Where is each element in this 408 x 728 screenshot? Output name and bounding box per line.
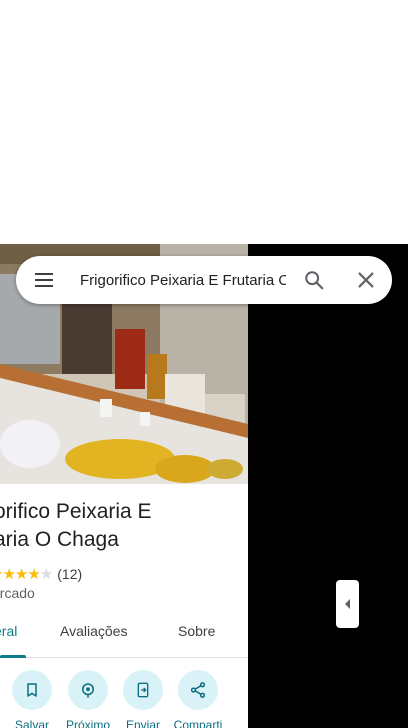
save-button-circle bbox=[12, 670, 52, 710]
search-bar bbox=[16, 256, 392, 304]
rating-count: (12) bbox=[57, 566, 83, 582]
nearby-button-circle bbox=[68, 670, 108, 710]
nearby-icon bbox=[82, 683, 94, 698]
action-buttons: Salvar Próximo Enviar Comparti bbox=[0, 670, 248, 728]
close-icon[interactable] bbox=[355, 269, 377, 291]
share-button[interactable]: Comparti bbox=[168, 670, 228, 728]
tab-reviews[interactable]: Avaliações bbox=[60, 623, 127, 639]
share-button-label: Comparti bbox=[173, 718, 223, 728]
search-input[interactable] bbox=[80, 270, 286, 290]
rating-row[interactable]: ★★★★★ (12) bbox=[0, 565, 82, 583]
tab-bar: eral Avaliações Sobre bbox=[0, 609, 248, 658]
share-icon bbox=[190, 682, 206, 698]
save-button[interactable]: Salvar bbox=[2, 670, 62, 728]
tab-overview[interactable]: eral bbox=[0, 623, 17, 639]
map-area-blank bbox=[0, 0, 408, 244]
collapse-panel-button[interactable] bbox=[336, 580, 359, 628]
search-icon[interactable] bbox=[303, 269, 325, 291]
active-tab-indicator bbox=[0, 655, 26, 658]
tab-overview-label: eral bbox=[0, 623, 18, 639]
place-details-card: orifico Peixaria E aria O Chaga ★★★★★ (1… bbox=[0, 484, 248, 728]
send-to-phone-icon bbox=[137, 682, 149, 698]
rating-stars: ★★★★★ bbox=[0, 566, 53, 583]
tab-about[interactable]: Sobre bbox=[178, 623, 215, 639]
caret-left-icon bbox=[344, 599, 350, 609]
send-to-phone-button[interactable]: Enviar bbox=[113, 670, 173, 728]
bookmark-icon bbox=[27, 683, 37, 697]
place-category: ercado bbox=[0, 585, 35, 601]
nearby-button[interactable]: Próximo bbox=[58, 670, 118, 728]
share-button-circle bbox=[178, 670, 218, 710]
place-title: orifico Peixaria E aria O Chaga bbox=[0, 500, 152, 551]
tab-reviews-label: Avaliações bbox=[60, 623, 128, 639]
send-button-label: Enviar bbox=[125, 718, 160, 728]
map-panel[interactable] bbox=[248, 244, 408, 728]
save-button-label: Salvar bbox=[14, 718, 49, 728]
tab-about-label: Sobre bbox=[178, 623, 216, 639]
menu-icon[interactable] bbox=[34, 270, 54, 290]
nearby-button-label: Próximo bbox=[65, 718, 110, 728]
send-button-circle bbox=[123, 670, 163, 710]
